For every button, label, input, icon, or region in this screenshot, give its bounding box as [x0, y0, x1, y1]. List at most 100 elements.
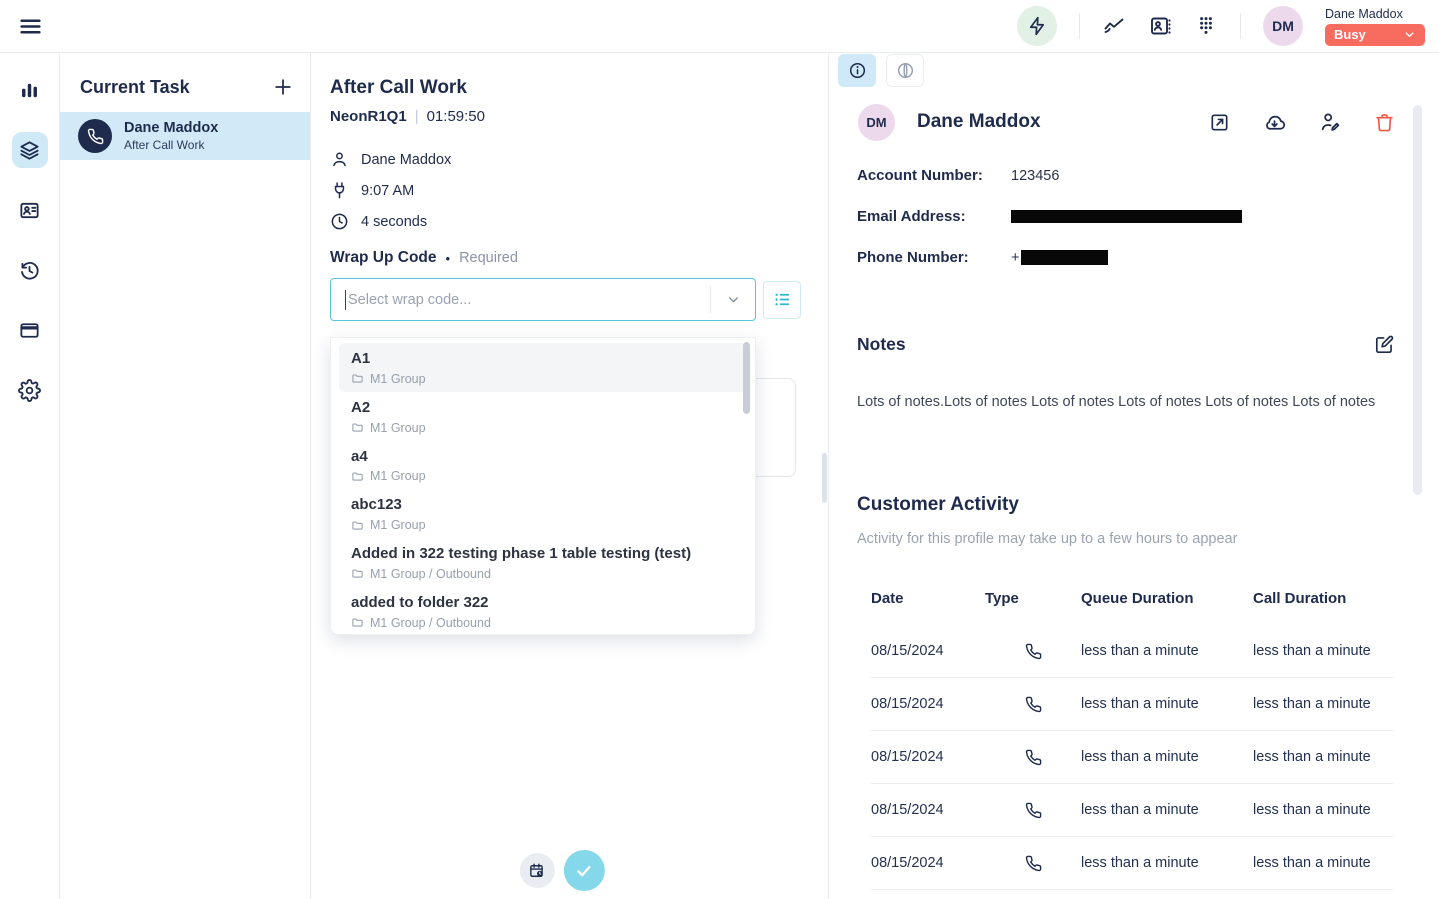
wrap-code-dropdown: A1 M1 Group A2 M1 Group a4 M1 Group abc1… — [330, 337, 756, 635]
cell-queue-duration: less than a minute — [1081, 855, 1253, 871]
after-call-work-panel: After Call Work NeonR1Q1 | 01:59:50 Dane… — [311, 53, 829, 899]
phone-prefix: + — [1011, 250, 1019, 266]
lightning-icon[interactable] — [1017, 6, 1057, 46]
activity-table: Date Type Queue Duration Call Duration 0… — [871, 587, 1393, 890]
acw-timer: 01:59:50 — [427, 108, 485, 125]
external-link-icon[interactable] — [1209, 112, 1230, 133]
tab-insights[interactable] — [886, 54, 924, 87]
cell-queue-duration: less than a minute — [1081, 643, 1253, 659]
wrap-up-select-placeholder: Select wrap code... — [348, 292, 710, 308]
wrap-up-code-label-row: Wrap Up Code • Required — [330, 249, 808, 267]
current-task-title: Current Task — [80, 77, 190, 98]
column-header: Type — [985, 590, 1081, 607]
contact-name: Dane Maddox — [917, 111, 1041, 133]
wrap-up-select[interactable]: Select wrap code... — [330, 278, 756, 321]
chevron-down-icon[interactable] — [711, 292, 755, 307]
status-dropdown[interactable]: Busy — [1325, 24, 1425, 46]
cell-call-duration: less than a minute — [1253, 696, 1393, 712]
browse-wrap-codes-button[interactable] — [763, 281, 801, 319]
cloud-download-icon[interactable] — [1263, 111, 1286, 134]
contact-fields: Account Number: 123456 Email Address: Ph… — [857, 155, 1399, 278]
activity-table-row: 08/15/2024 less than a minute less than … — [871, 678, 1393, 731]
meta-duration: 4 seconds — [361, 214, 427, 230]
phone-icon — [985, 855, 1081, 872]
notes-content: Lots of notes.Lots of notes Lots of note… — [857, 394, 1395, 410]
schedule-button[interactable] — [519, 853, 554, 888]
wrap-up-code-label: Wrap Up Code — [330, 249, 437, 267]
folder-icon — [351, 470, 364, 483]
wrap-code-option[interactable]: A2 M1 Group — [339, 392, 747, 441]
option-group: M1 Group — [370, 421, 426, 435]
option-label: Added in 322 testing phase 1 table testi… — [351, 545, 735, 564]
field-label: Account Number: — [857, 167, 1011, 184]
column-header: Call Duration — [1253, 590, 1393, 607]
redacted-email-value — [1011, 210, 1242, 223]
customer-activity-title: Customer Activity — [857, 494, 1019, 516]
meta-duration-row: 4 seconds — [330, 206, 808, 237]
required-label: Required — [459, 250, 518, 266]
subtitle-separator: | — [415, 108, 419, 125]
task-contact-name: Dane Maddox — [124, 120, 218, 137]
topbar-actions: DM Dane Maddox Busy — [1017, 6, 1439, 46]
queue-name: NeonR1Q1 — [330, 108, 407, 125]
meta-contact-row: Dane Maddox — [330, 144, 808, 175]
option-label: A2 — [351, 399, 735, 418]
field-account-number: Account Number: 123456 — [857, 155, 1399, 196]
activity-table-row: 08/15/2024 less than a minute less than … — [871, 625, 1393, 678]
wrap-code-option[interactable]: abc123 M1 Group — [339, 489, 747, 538]
contacts-icon[interactable] — [1148, 14, 1172, 38]
activity-table-row: 08/15/2024 less than a minute less than … — [871, 784, 1393, 837]
gear-icon[interactable] — [12, 372, 48, 408]
nav-history-icon[interactable] — [12, 252, 48, 288]
split-circle-icon — [896, 61, 915, 80]
left-nav-rail — [0, 53, 60, 899]
trash-icon[interactable] — [1374, 112, 1395, 133]
dropdown-scrollbar[interactable] — [743, 342, 750, 414]
person-icon — [330, 150, 349, 169]
current-task-panel: Current Task Dane Maddox After Call Work — [60, 53, 311, 899]
tab-info[interactable] — [838, 54, 876, 87]
nav-workspace-icon[interactable] — [12, 132, 48, 168]
cell-date: 08/15/2024 — [871, 696, 985, 712]
acw-scrollbar[interactable] — [822, 453, 827, 503]
wrap-code-option[interactable]: Added in 322 testing phase 1 table testi… — [339, 538, 747, 587]
nav-contacts-icon[interactable] — [12, 192, 48, 228]
field-value: 123456 — [1011, 168, 1059, 184]
person-edit-icon[interactable] — [1319, 111, 1341, 133]
dialpad-icon[interactable] — [1194, 14, 1218, 38]
meta-time: 9:07 AM — [361, 183, 414, 199]
option-label: added to folder 322 — [351, 594, 735, 613]
wrap-code-option[interactable]: a4 M1 Group — [339, 441, 747, 490]
menu-icon[interactable] — [18, 14, 43, 39]
contact-panel-scrollbar[interactable] — [1413, 105, 1422, 495]
redacted-phone-value — [1021, 250, 1108, 265]
phone-icon — [985, 643, 1081, 660]
acw-footer-actions — [519, 850, 604, 891]
cell-call-duration: less than a minute — [1253, 802, 1393, 818]
text-caret — [345, 290, 346, 310]
contact-panel-tabs — [838, 54, 924, 87]
clock-icon — [330, 212, 349, 231]
task-list-item[interactable]: Dane Maddox After Call Work — [60, 112, 310, 160]
contact-avatar: DM — [858, 104, 895, 141]
edit-icon[interactable] — [1374, 334, 1395, 355]
cell-call-duration: less than a minute — [1253, 855, 1393, 871]
contact-panel: DM Dane Maddox Account Number: — [830, 53, 1439, 899]
add-task-button[interactable] — [272, 76, 294, 98]
wrap-code-option[interactable]: A1 M1 Group — [339, 343, 747, 392]
field-label: Phone Number: — [857, 249, 1011, 266]
field-label: Email Address: — [857, 208, 1011, 225]
complete-task-button[interactable] — [563, 850, 604, 891]
wrap-code-option[interactable]: added to folder 322 M1 Group / Outbound — [339, 587, 747, 636]
nav-dashboard-icon[interactable] — [12, 72, 48, 108]
task-subtitle: After Call Work — [124, 138, 218, 152]
option-label: A1 — [351, 350, 735, 369]
check-icon — [574, 861, 594, 881]
folder-icon — [351, 567, 364, 580]
contact-actions — [1209, 111, 1395, 134]
field-phone-number: Phone Number: + — [857, 237, 1399, 278]
chart-icon[interactable] — [1102, 14, 1126, 38]
user-avatar[interactable]: DM — [1263, 6, 1303, 46]
nav-window-icon[interactable] — [12, 312, 48, 348]
option-label: abc123 — [351, 496, 735, 515]
